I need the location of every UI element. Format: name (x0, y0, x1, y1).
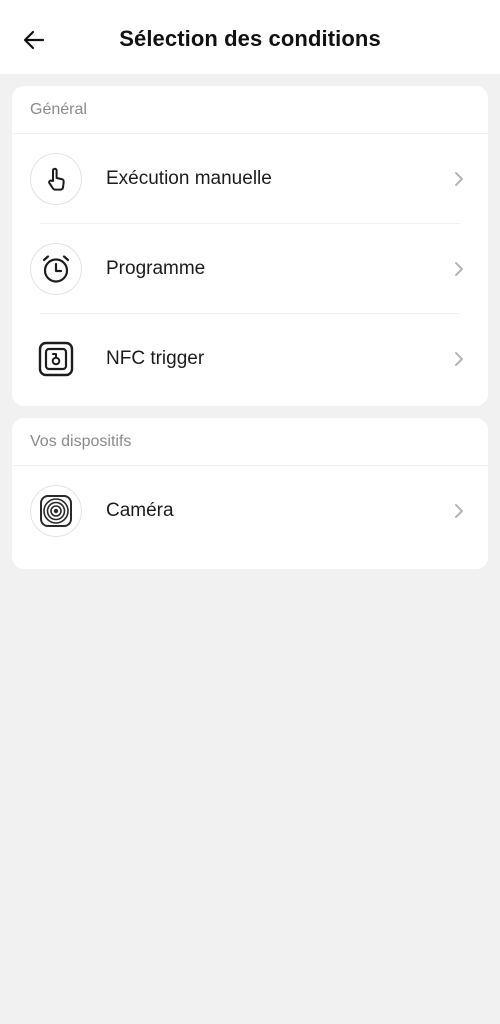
condition-item-nfc-trigger[interactable]: NFC trigger (12, 314, 488, 404)
chevron-right-icon (452, 501, 466, 521)
page-title: Sélection des conditions (119, 26, 381, 51)
item-label: Programme (106, 258, 206, 279)
item-label: NFC trigger (106, 348, 205, 369)
item-label: Caméra (106, 500, 174, 521)
chevron-right-icon (452, 169, 466, 189)
section-card-general: Général Exécution manuelle Programme NFC… (12, 86, 488, 406)
condition-item-manual-execution[interactable]: Exécution manuelle (12, 134, 488, 224)
section-title-devices: Vos dispositifs (12, 418, 488, 466)
condition-item-schedule[interactable]: Programme (12, 224, 488, 314)
item-label: Exécution manuelle (106, 168, 272, 189)
app-header: Sélection des conditions (0, 0, 500, 74)
alarm-clock-icon (30, 243, 82, 295)
nfc-tag-icon (30, 333, 82, 385)
section-title-general: Général (12, 86, 488, 134)
tap-hand-icon (30, 153, 82, 205)
condition-item-camera[interactable]: Caméra (12, 466, 488, 556)
camera-lens-icon (30, 485, 82, 537)
chevron-right-icon (452, 259, 466, 279)
section-card-devices: Vos dispositifs Caméra (12, 418, 488, 569)
chevron-right-icon (452, 349, 466, 369)
